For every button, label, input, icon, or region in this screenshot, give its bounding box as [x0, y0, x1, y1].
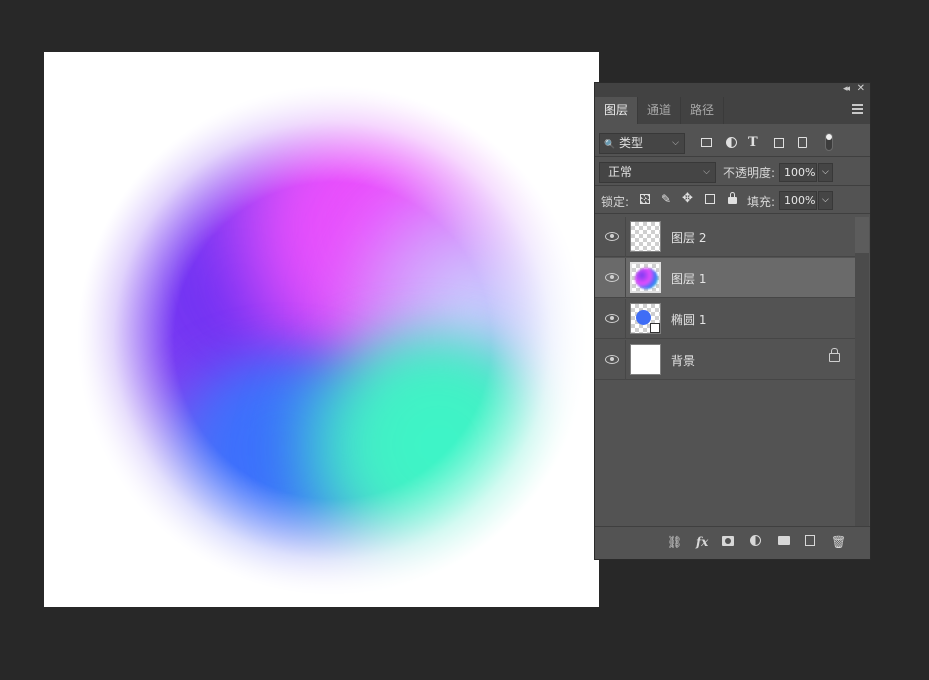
- layer-name[interactable]: 椭圆 1: [671, 311, 706, 328]
- panel-footer: ⛓ fx 🗑: [595, 526, 870, 559]
- tab-layers[interactable]: 图层: [595, 97, 639, 124]
- new-layer-icon[interactable]: [805, 535, 815, 546]
- divider: [625, 217, 626, 257]
- opacity-dropdown-button[interactable]: ⌵: [818, 163, 833, 182]
- layer-name[interactable]: 图层 1: [671, 270, 706, 287]
- filter-kind-dropdown[interactable]: 🔍 类型 ⌵: [599, 133, 685, 154]
- search-icon: 🔍: [604, 140, 616, 150]
- blend-mode-label: 正常: [608, 165, 633, 179]
- fx-icon[interactable]: fx: [696, 535, 708, 549]
- tab-channels[interactable]: 通道: [638, 97, 682, 124]
- lock-label: 锁定:: [601, 195, 630, 209]
- blend-mode-dropdown[interactable]: 正常 ⌵: [599, 162, 716, 183]
- toggle-knob: [826, 134, 832, 140]
- chevron-down-icon: ⌵: [672, 138, 679, 148]
- scrollbar-thumb[interactable]: [855, 217, 869, 253]
- panel-tabbar: 图层 通道 路径: [595, 97, 870, 124]
- close-icon[interactable]: ✕: [857, 83, 865, 94]
- layers-panel: ◂◂ ✕ 图层 通道 路径 🔍 类型 ⌵ T 正常 ⌵ 不透明度: 100% ⌵…: [594, 82, 871, 560]
- fill-dropdown-button[interactable]: ⌵: [818, 191, 833, 210]
- mask-hole: [725, 538, 731, 544]
- opacity-input[interactable]: 100%: [779, 163, 817, 182]
- link-layers-icon[interactable]: ⛓: [667, 535, 682, 549]
- panel-menu-icon[interactable]: [852, 104, 863, 114]
- lock-move-icon[interactable]: ✥: [682, 191, 693, 206]
- eye-icon[interactable]: [605, 231, 619, 241]
- image-filter-icon[interactable]: [701, 138, 712, 147]
- eye-icon[interactable]: [605, 313, 619, 323]
- eye-icon[interactable]: [605, 272, 619, 282]
- chevron-down-icon: ⌵: [703, 167, 710, 177]
- shape-layer-badge-icon: [650, 323, 660, 333]
- layer-thumbnail: [630, 303, 661, 334]
- layer-row-layer-1[interactable]: 图层 1: [595, 258, 855, 298]
- lock-icon: [829, 348, 840, 362]
- shape-filter-icon[interactable]: [774, 138, 784, 148]
- panel-titlebar[interactable]: ◂◂ ✕: [595, 83, 870, 97]
- edge-fade: [44, 52, 599, 607]
- layer-thumbnail: [630, 262, 661, 293]
- layers-list: 图层 2 图层 1 椭圆 1 背景: [595, 217, 855, 381]
- group-folder-icon[interactable]: [778, 536, 790, 545]
- smart-object-filter-icon[interactable]: [798, 137, 807, 148]
- layer-row-background[interactable]: 背景: [595, 340, 855, 380]
- filter-kind-label: 类型: [619, 136, 644, 150]
- eye-icon[interactable]: [605, 354, 619, 364]
- divider: [625, 258, 626, 298]
- filter-toggle-icon[interactable]: [825, 133, 833, 151]
- lock-brush-icon[interactable]: ✎: [661, 192, 671, 206]
- layer-thumbnail: [630, 344, 661, 375]
- lock-all-icon-shackle: [730, 192, 735, 197]
- fill-input[interactable]: 100%: [779, 191, 817, 210]
- divider: [625, 340, 626, 380]
- separator: [595, 156, 870, 157]
- document-canvas[interactable]: [44, 52, 599, 607]
- trash-icon[interactable]: 🗑: [831, 535, 846, 549]
- layer-name[interactable]: 背景: [671, 352, 695, 369]
- type-filter-icon[interactable]: T: [748, 135, 758, 150]
- collapse-icon[interactable]: ◂◂: [843, 84, 850, 94]
- layer-row-ellipse-1[interactable]: 椭圆 1: [595, 299, 855, 339]
- layer-mask-icon[interactable]: [722, 536, 734, 546]
- tab-paths[interactable]: 路径: [681, 97, 725, 124]
- adjustment-filter-icon[interactable]: [726, 137, 737, 148]
- layer-row-layer-2[interactable]: 图层 2: [595, 217, 855, 257]
- divider: [625, 299, 626, 339]
- fill-label: 填充:: [747, 195, 776, 209]
- layer-thumbnail: [630, 221, 661, 252]
- layers-scrollbar[interactable]: [855, 217, 869, 527]
- adjustment-layer-icon[interactable]: [750, 535, 761, 546]
- separator: [595, 213, 870, 214]
- lock-transparent-icon[interactable]: [640, 194, 650, 204]
- ellipse-thumb-preview: [636, 310, 651, 325]
- lock-artboard-icon[interactable]: [705, 194, 715, 204]
- opacity-label: 不透明度:: [723, 166, 776, 180]
- lock-all-icon[interactable]: [728, 197, 737, 204]
- gradient-thumb-preview: [635, 268, 658, 289]
- separator: [595, 185, 870, 186]
- layer-name[interactable]: 图层 2: [671, 229, 706, 246]
